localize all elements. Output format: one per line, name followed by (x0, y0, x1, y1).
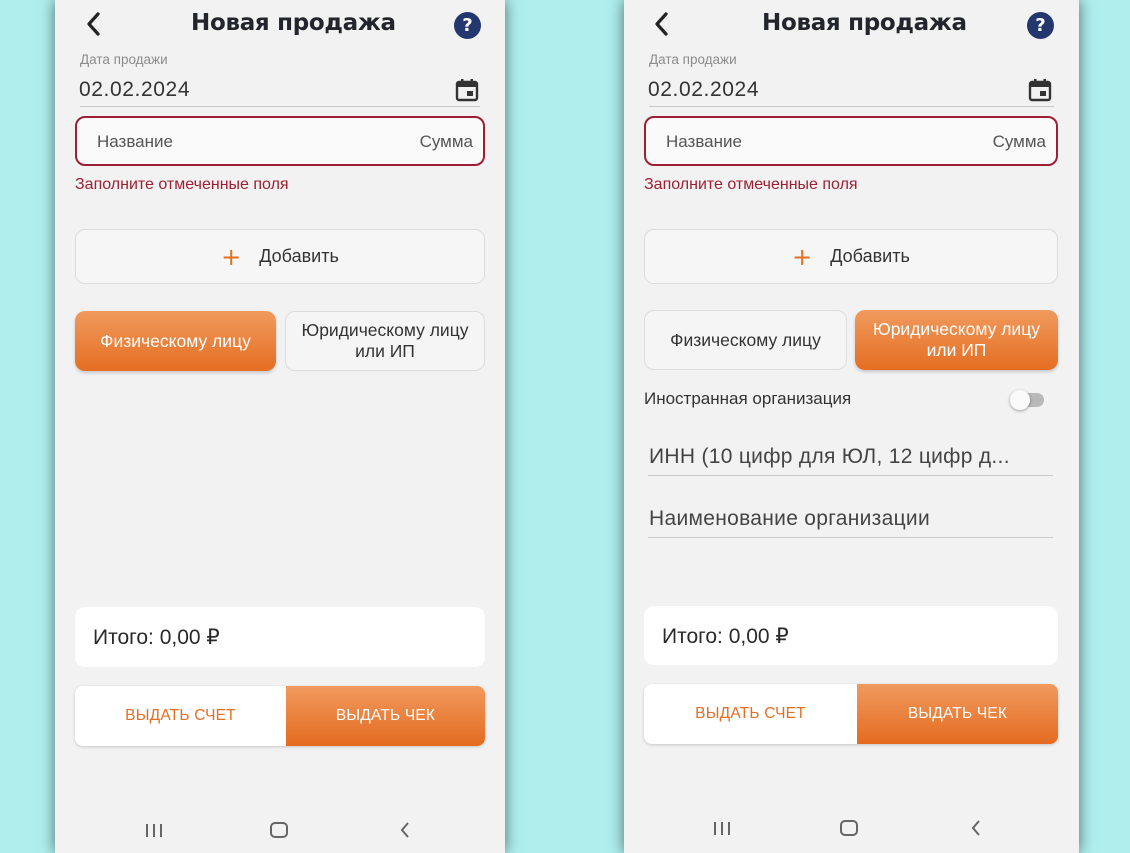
org-name-input[interactable]: Наименование организации (649, 507, 1049, 531)
date-label: Дата продажи (649, 52, 737, 67)
issue-invoice-button[interactable]: ВЫДАТЬ СЧЕТ (644, 684, 857, 744)
toggle-knob (1010, 390, 1030, 410)
date-label: Дата продажи (80, 52, 168, 67)
total-card: Итого: 0,00 ₽ (644, 606, 1058, 665)
inn-underline (648, 475, 1053, 476)
inn-input[interactable]: ИНН (10 цифр для ЮЛ, 12 цифр д... (649, 445, 1049, 469)
plus-icon: + (792, 242, 813, 271)
phone-screen-legal: Новая продажа ? Дата продажи 02.02.2024 … (624, 0, 1079, 853)
item-sum-input[interactable]: Сумма (420, 132, 473, 152)
home-icon[interactable] (838, 818, 860, 838)
home-icon[interactable] (268, 820, 290, 840)
item-name-input[interactable]: Название (666, 132, 742, 152)
recent-apps-icon[interactable] (143, 820, 165, 840)
date-underline (649, 106, 1054, 107)
foreign-org-label: Иностранная организация (644, 389, 852, 408)
error-message: Заполните отмеченные поля (75, 176, 289, 193)
segment-legal-entity[interactable]: Юридическому лицу или ИП (855, 310, 1058, 370)
phone-screen-individual: Новая продажа ? Дата продажи 02.02.2024 … (55, 0, 505, 853)
back-icon[interactable] (651, 10, 673, 38)
issue-receipt-button[interactable]: ВЫДАТЬ ЧЕК (857, 684, 1058, 744)
total-amount: Итого: 0,00 ₽ (93, 626, 220, 649)
nav-back-icon[interactable] (395, 820, 417, 840)
page-title: Новая продажа (762, 10, 967, 36)
add-item-button[interactable]: + Добавить (644, 229, 1058, 284)
segment-individual[interactable]: Физическому лицу (75, 311, 276, 371)
issue-receipt-button[interactable]: ВЫДАТЬ ЧЕК (286, 686, 485, 746)
item-input-group[interactable]: Название Сумма (644, 116, 1058, 166)
add-item-button[interactable]: + Добавить (75, 229, 485, 284)
add-label: Добавить (830, 246, 910, 266)
action-bar: ВЫДАТЬ СЧЕТ ВЫДАТЬ ЧЕК (644, 684, 1058, 744)
nav-back-icon[interactable] (966, 818, 988, 838)
date-value[interactable]: 02.02.2024 (79, 78, 190, 102)
help-icon[interactable]: ? (1027, 12, 1054, 39)
foreign-org-toggle[interactable] (1010, 390, 1044, 410)
segment-legal-entity[interactable]: Юридическому лицу или ИП (285, 311, 485, 371)
back-icon[interactable] (83, 10, 105, 38)
item-sum-input[interactable]: Сумма (993, 132, 1046, 152)
recent-apps-icon[interactable] (711, 818, 733, 838)
total-card: Итого: 0,00 ₽ (75, 607, 485, 667)
total-amount: Итого: 0,00 ₽ (662, 625, 789, 648)
add-label: Добавить (259, 246, 339, 266)
error-message: Заполните отмеченные поля (644, 176, 858, 193)
page-title: Новая продажа (191, 10, 396, 36)
date-value[interactable]: 02.02.2024 (648, 78, 759, 102)
issue-invoice-button[interactable]: ВЫДАТЬ СЧЕТ (75, 686, 286, 746)
plus-icon: + (221, 242, 242, 271)
date-underline (80, 106, 480, 107)
calendar-icon[interactable] (1028, 78, 1052, 102)
segment-individual[interactable]: Физическому лицу (644, 310, 847, 370)
help-icon[interactable]: ? (454, 12, 481, 39)
calendar-icon[interactable] (455, 78, 479, 102)
item-input-group[interactable]: Название Сумма (75, 116, 485, 166)
org-name-underline (648, 537, 1053, 538)
item-name-input[interactable]: Название (97, 132, 173, 152)
action-bar: ВЫДАТЬ СЧЕТ ВЫДАТЬ ЧЕК (75, 686, 485, 746)
